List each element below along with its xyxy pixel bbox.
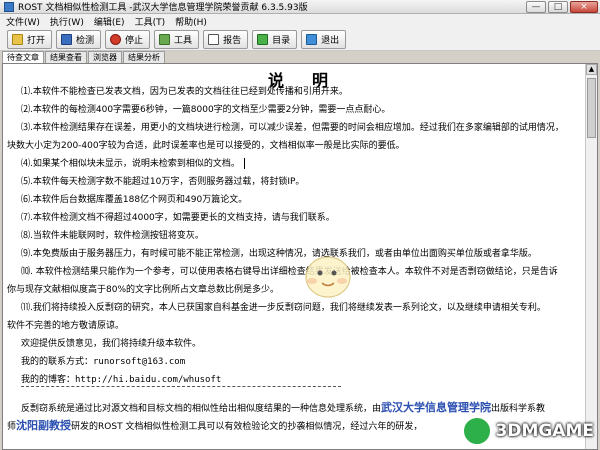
minimize-button[interactable]: — (526, 1, 546, 13)
doc-line-3: ⑶.本软件检测结果存在误差，用更小的文档块进行检测，可以减少误差，但需要的时间会… (21, 123, 564, 133)
doc-line-8: ⑺.本软件检测文档不得超过4000字，如需要更长的文档支持，请与我们联系。 (21, 213, 335, 223)
doc-line-5: ⑷.如果某个相似块未显示，说明未检索到相似的文档。 (21, 155, 597, 173)
check-icon (61, 33, 73, 45)
doc-line-18-prefix: 师 (7, 422, 17, 432)
check-button-label: 检测 (76, 35, 95, 46)
directory-button-label: 目录 (272, 35, 291, 46)
doc-line-2: ⑵.本软件的每检测400字需要6秒钟，一篇8000字的文档至少需要2分钟，需要一… (21, 105, 391, 115)
open-button[interactable]: 打开 (7, 29, 53, 49)
exit-icon (306, 33, 318, 45)
doc-line-12: 你与现存文献相似度高于80%的文字比例所占文章总数比例是多少。 (7, 285, 280, 295)
doc-line-15: 欢迎提供反馈意见，我们将持续升级本软件。 (21, 339, 202, 349)
tab-browser[interactable]: 浏览器 (88, 51, 122, 63)
app-icon (4, 1, 14, 12)
scroll-thumb[interactable] (587, 78, 596, 138)
menu-file[interactable]: 文件(W) (6, 15, 40, 28)
menu-bar: 文件(W) 执行(W) 编辑(E) 工具(T) 帮助(H) (0, 14, 600, 28)
tab-strip: 待查文章 结果查看 浏览器 结果分析 (0, 51, 600, 63)
doc-line-9: ⑻.当软件未能联网时，软件检测按钮将变灰。 (21, 231, 204, 241)
doc-line-4: 块数大小定为200-400字较为合适，此时误差率也是可以接受的，文档相似率一般是… (7, 141, 405, 151)
watermark: 3DMGAME (461, 416, 595, 446)
mascot-icon (305, 256, 351, 298)
stop-button-label: 停止 (125, 35, 144, 46)
check-button[interactable]: 检测 (56, 29, 102, 49)
directory-icon (257, 33, 269, 45)
highlight-shenyang: 沈阳副教授 (16, 419, 72, 432)
maximize-button[interactable]: □ (548, 1, 568, 13)
window-controls: — □ × (526, 1, 598, 13)
tools-icon (159, 33, 171, 45)
close-button[interactable]: × (570, 1, 598, 13)
watermark-text: 3DMGAME (495, 421, 595, 441)
doc-line-6: ⑸.本软件每天检测字数不能超过10万字，否则服务器过载，将封锁IP。 (21, 177, 305, 187)
report-button[interactable]: 报告 (203, 29, 249, 49)
doc-line-17-tail: 出版科学系教 (491, 404, 546, 414)
menu-tools[interactable]: 工具(T) (135, 15, 166, 28)
doc-line-14: 软件不完善的地方敬请原谅。 (7, 321, 125, 331)
highlight-whu: 武汉大学信息管理学院 (381, 401, 492, 414)
report-icon (208, 33, 220, 45)
doc-line-18-text: 研发的ROST 文档相似性检测工具可以有效检验论文的抄袭相似情况，经过六年的研发… (71, 422, 423, 432)
open-button-label: 打开 (27, 35, 46, 46)
exit-button-label: 退出 (321, 35, 340, 46)
tab-result-view[interactable]: 结果查看 (45, 51, 87, 63)
separator-line (21, 386, 341, 387)
directory-button[interactable]: 目录 (252, 29, 298, 49)
tab-pending-article[interactable]: 待查文章 (2, 51, 44, 63)
doc-line-1: ⑴.本软件不能检查已发表文档，因为已发表的文档往往已经到处传播和引用开来。 (21, 87, 348, 97)
tab-result-analysis[interactable]: 结果分析 (123, 51, 165, 63)
title-bar: ROST 文档相似性检测工具 -武汉大学信息管理学院荣誉贡献 6.3.5.93版… (0, 0, 600, 14)
doc-contact-email: 我的的联系方式：runorsoft@163.com (21, 357, 186, 367)
menu-execute[interactable]: 执行(W) (50, 15, 84, 28)
window-title: ROST 文档相似性检测工具 -武汉大学信息管理学院荣誉贡献 6.3.5.93版 (18, 3, 308, 13)
document-editor[interactable]: 说 明 ⑴.本软件不能检查已发表文档，因为已发表的文档往往已经到处传播和引用开来… (2, 63, 598, 450)
doc-line-17-text: 反剽窃系统是通过比对源文档和目标文档的相似性给出相似度结果的一种信息处理系统，由 (21, 404, 382, 414)
folder-open-icon (12, 33, 23, 45)
stop-icon (110, 33, 122, 45)
exit-button[interactable]: 退出 (301, 29, 347, 49)
vertical-scrollbar[interactable]: ▲ (585, 64, 597, 449)
toolbar: 打开 检测 停止 工具 报告 目录 退出 (0, 28, 600, 51)
report-button-label: 报告 (223, 35, 242, 46)
watermark-logo-icon (461, 416, 492, 446)
menu-help[interactable]: 帮助(H) (175, 15, 207, 28)
tools-button[interactable]: 工具 (154, 29, 200, 49)
doc-line-7: ⑹.本软件后台数据库覆盖188亿个网页和490万篇论文。 (21, 195, 248, 205)
text-cursor (243, 158, 245, 169)
scroll-up-icon[interactable]: ▲ (586, 64, 597, 75)
doc-line-5-text: ⑷.如果某个相似块未显示，说明未检索到相似的文档。 (21, 159, 240, 169)
menu-edit[interactable]: 编辑(E) (94, 15, 125, 28)
tools-button-label: 工具 (174, 35, 193, 46)
stop-button[interactable]: 停止 (105, 29, 151, 49)
